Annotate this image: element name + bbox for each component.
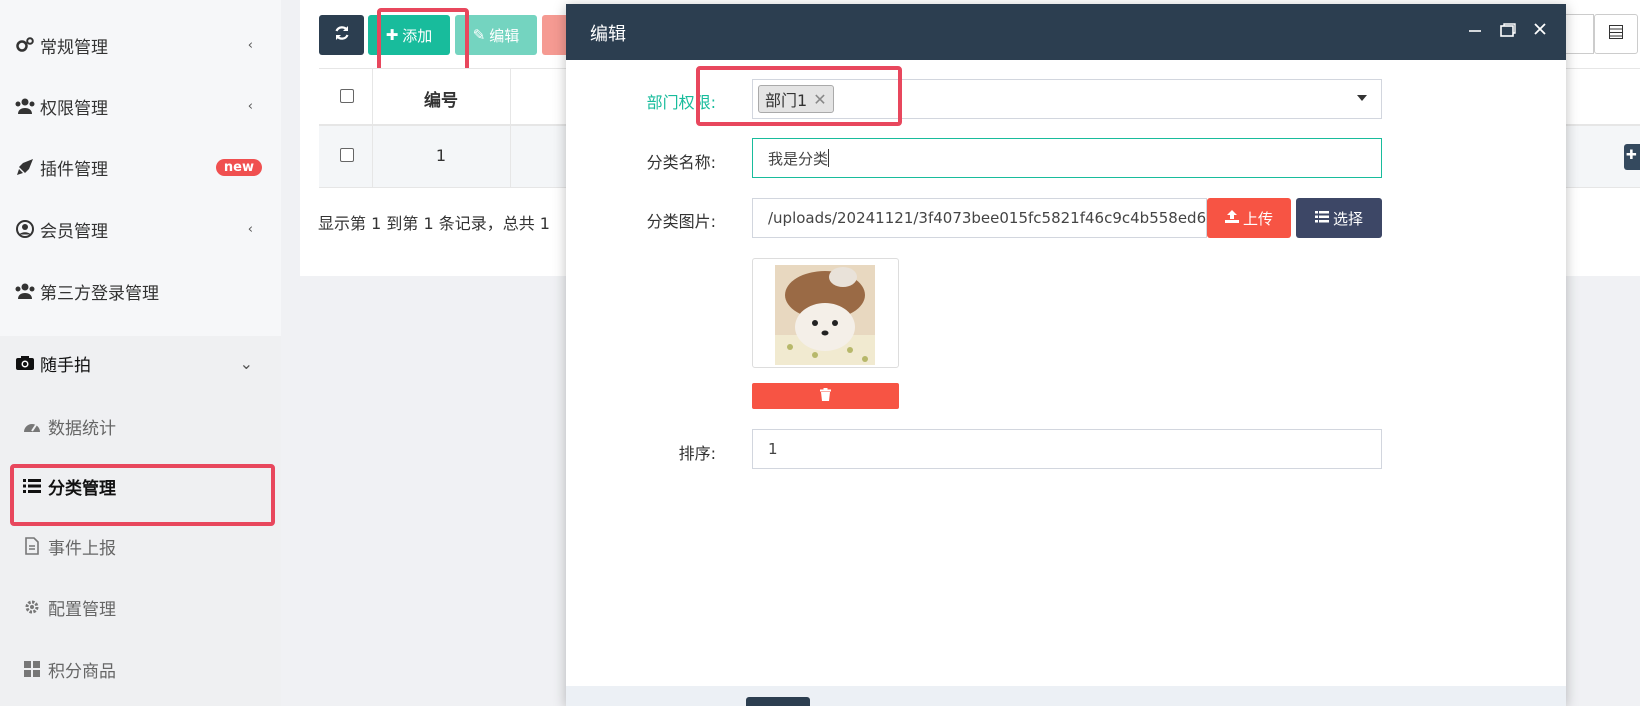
sort-input-value: 1: [768, 440, 778, 458]
select-file-button-label: 选择: [1332, 209, 1363, 228]
dashboard-icon: [22, 416, 42, 436]
chevron-left-icon: ‹: [247, 98, 253, 114]
chevron-left-icon: ‹: [247, 221, 253, 237]
sidebar-subitem-config[interactable]: 配置管理: [0, 577, 281, 637]
sidebar-subitem-label: 事件上报: [48, 538, 116, 559]
grid-icon: [22, 659, 42, 679]
name-input-value: 我是分类: [768, 149, 829, 168]
sidebar-item-label: 常规管理: [40, 37, 108, 58]
rocket-icon: [14, 156, 36, 178]
modal-footer: [566, 686, 1566, 706]
minimize-icon[interactable]: [1468, 18, 1482, 37]
dept-label: 部门权限:: [646, 93, 716, 112]
edit-modal: 编辑 部门权限: 部门1 ✕ 分类名称: 我是分类 分类图片: /uploads…: [566, 4, 1566, 706]
column-divider: [510, 69, 511, 125]
image-path-input[interactable]: /uploads/20241121/3f4073bee015fc5821f46c…: [752, 198, 1207, 238]
sidebar-subitem-label: 积分商品: [48, 661, 116, 682]
upload-icon: [1224, 209, 1239, 227]
sidebar-item-label: 权限管理: [40, 98, 108, 119]
file-icon: [22, 536, 42, 556]
chevron-left-icon: ‹: [247, 37, 253, 53]
modal-title: 编辑: [590, 24, 626, 45]
move-icon: ✚: [1626, 148, 1637, 163]
users-icon: [14, 95, 36, 117]
column-divider: [510, 126, 511, 188]
caret-down-icon: [1357, 95, 1367, 101]
sidebar-item-label: 会员管理: [40, 221, 108, 242]
refresh-button[interactable]: [319, 15, 364, 55]
select-all-checkbox[interactable]: [340, 89, 354, 103]
sidebar-item-general[interactable]: 常规管理 ‹: [0, 14, 281, 76]
sidebar-item-label: 随手拍: [40, 355, 91, 376]
row-action-button[interactable]: ✚: [1624, 144, 1640, 170]
sidebar: 常规管理 ‹ 权限管理 ‹ 插件管理 new 会员管理 ‹ 第三方登录管理 随手…: [0, 0, 281, 706]
sidebar-item-label: 插件管理: [40, 159, 108, 180]
sidebar-item-permissions[interactable]: 权限管理 ‹: [0, 75, 281, 137]
select-file-button[interactable]: 选择: [1296, 198, 1382, 238]
modal-header: 编辑: [566, 4, 1566, 60]
sidebar-subitem-statistics[interactable]: 数据统计: [0, 396, 281, 456]
edit-button-label: 编辑: [489, 26, 520, 45]
gear-icon: [22, 597, 42, 617]
users-icon: [14, 280, 36, 302]
chevron-down-icon: ⌄: [239, 353, 253, 373]
sidebar-subitem-label: 配置管理: [48, 599, 116, 620]
sidebar-item-snapshot[interactable]: 随手拍 ⌄: [0, 332, 281, 394]
upload-button[interactable]: 上传: [1207, 198, 1291, 238]
trash-icon: [820, 387, 831, 405]
highlight-box: [10, 464, 275, 526]
new-badge: new: [215, 158, 262, 176]
sidebar-subitem-points-goods[interactable]: 积分商品: [0, 639, 281, 699]
delete-image-button[interactable]: [752, 383, 899, 409]
footer-submit-button[interactable]: [746, 697, 810, 706]
text-cursor: [828, 149, 830, 167]
camera-icon: [14, 352, 36, 374]
close-icon[interactable]: [1533, 21, 1547, 40]
sort-input[interactable]: 1: [752, 429, 1382, 469]
sidebar-item-third-party-login[interactable]: 第三方登录管理: [0, 260, 281, 322]
sidebar-item-members[interactable]: 会员管理 ‹: [0, 198, 281, 260]
row-checkbox[interactable]: [340, 148, 354, 162]
image-thumbnail-frame: [752, 258, 899, 368]
sidebar-item-label: 第三方登录管理: [40, 283, 159, 304]
column-header-id[interactable]: 编号: [372, 86, 510, 111]
table-icon: [1609, 25, 1623, 43]
toolbar-right-button[interactable]: [1566, 14, 1594, 54]
image-label: 分类图片:: [646, 212, 716, 231]
user-circle-icon: [14, 218, 36, 240]
name-label: 分类名称:: [646, 153, 716, 172]
sidebar-subitem-label: 数据统计: [48, 418, 116, 439]
highlight-box: [696, 66, 902, 126]
sort-label: 排序:: [678, 444, 716, 463]
name-input[interactable]: 我是分类: [752, 138, 1382, 178]
refresh-icon: [334, 25, 350, 45]
image-path-value: /uploads/20241121/3f4073bee015fc5821f46c…: [768, 209, 1207, 227]
cogs-icon: [14, 34, 36, 56]
image-thumbnail[interactable]: [775, 265, 875, 365]
cell-id: 1: [435, 146, 447, 165]
sidebar-item-plugins[interactable]: 插件管理 new: [0, 136, 281, 198]
columns-toggle-button[interactable]: [1594, 14, 1638, 54]
maximize-icon[interactable]: [1500, 22, 1516, 41]
pagination-info: 显示第 1 到第 1 条记录，总共 1: [318, 214, 550, 233]
list-icon: [1314, 209, 1329, 227]
upload-button-label: 上传: [1242, 209, 1273, 228]
pencil-icon: ✎: [472, 26, 486, 44]
